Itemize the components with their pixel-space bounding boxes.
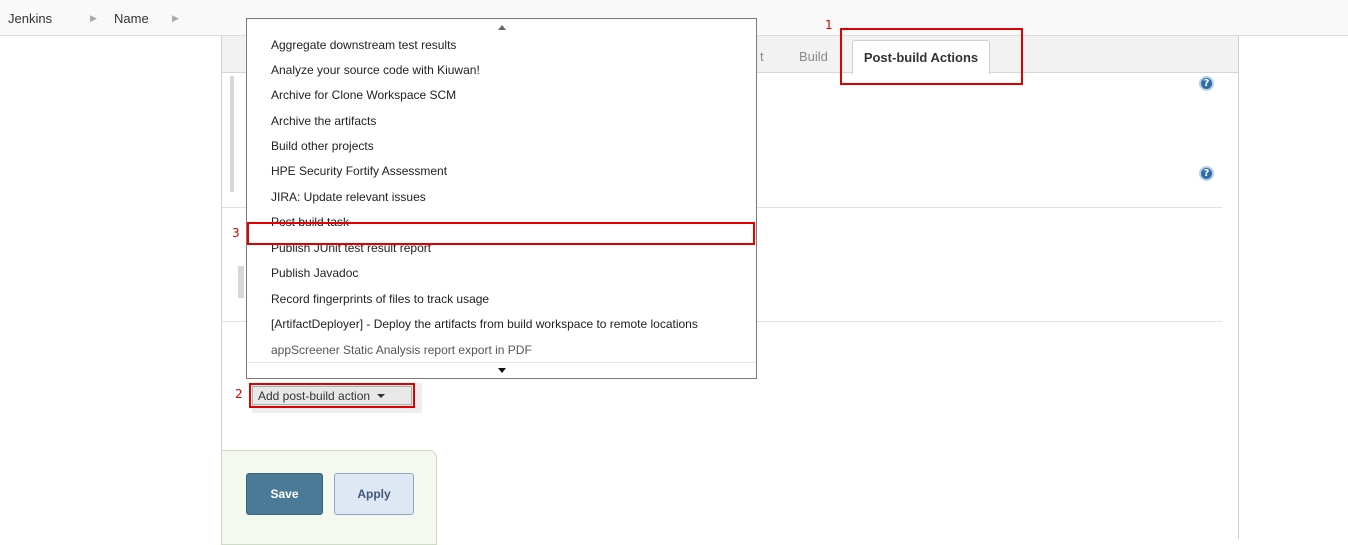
dropdown-item[interactable]: [ArtifactDeployer] - Deploy the artifact… <box>271 314 698 334</box>
annotation-number-3: 3 <box>232 226 240 240</box>
dropdown-item[interactable]: Record fingerprints of files to track us… <box>271 289 489 309</box>
breadcrumb-jenkins[interactable]: Jenkins <box>8 11 52 26</box>
tab-build[interactable]: Build <box>799 49 828 64</box>
annotation-box-3 <box>247 222 755 245</box>
help-icon[interactable]: ? <box>1199 76 1214 91</box>
annotation-number-2: 2 <box>235 387 243 401</box>
dropdown-item[interactable]: Archive the artifacts <box>271 111 376 131</box>
tab-previous-partial[interactable]: t <box>760 49 764 64</box>
hidden-field-stub <box>238 266 244 298</box>
breadcrumb-separator-icon: ▶ <box>90 13 97 23</box>
section-indent-bar <box>230 76 234 192</box>
dropdown-item[interactable]: appScreener Static Analysis report expor… <box>271 340 532 360</box>
annotation-number-1: 1 <box>825 18 833 32</box>
apply-button[interactable]: Apply <box>334 473 414 515</box>
dropdown-item[interactable]: HPE Security Fortify Assessment <box>271 161 447 181</box>
help-icon[interactable]: ? <box>1199 166 1214 181</box>
annotation-box-2 <box>249 383 415 408</box>
dropdown-item[interactable]: Archive for Clone Workspace SCM <box>271 85 456 105</box>
dropdown-scroll-down[interactable] <box>247 362 756 378</box>
post-build-action-dropdown[interactable]: Aggregate downstream test results Analyz… <box>246 18 757 379</box>
dropdown-item[interactable]: Aggregate downstream test results <box>271 35 456 55</box>
arrow-up-icon <box>497 24 506 30</box>
dropdown-item[interactable]: Build other projects <box>271 136 374 156</box>
breadcrumb-separator-icon: ▶ <box>172 13 179 23</box>
annotation-box-1 <box>840 28 1023 85</box>
dropdown-item[interactable]: Analyze your source code with Kiuwan! <box>271 60 480 80</box>
save-button[interactable]: Save <box>246 473 323 515</box>
breadcrumb-name[interactable]: Name <box>114 11 149 26</box>
dropdown-list: Aggregate downstream test results Analyz… <box>247 35 756 363</box>
dropdown-item[interactable]: Publish Javadoc <box>271 263 358 283</box>
arrow-down-icon <box>497 368 506 373</box>
dropdown-item[interactable]: JIRA: Update relevant issues <box>271 187 426 207</box>
dropdown-scroll-up[interactable] <box>247 19 756 35</box>
